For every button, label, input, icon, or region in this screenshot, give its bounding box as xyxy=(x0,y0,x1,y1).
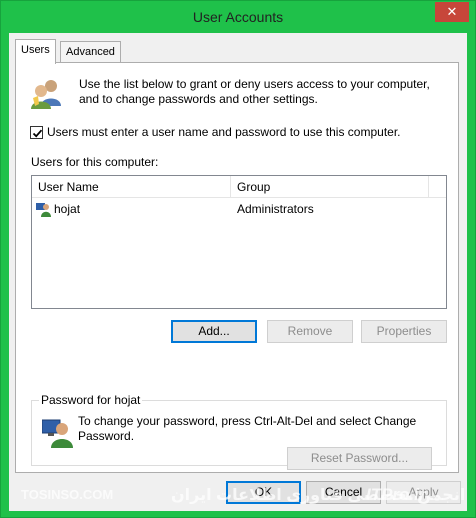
properties-button[interactable]: Properties xyxy=(361,320,447,343)
user-accounts-window: User Accounts ✕ Users Advanced Use the l… xyxy=(0,0,476,518)
tab-users[interactable]: Users xyxy=(15,39,56,64)
column-header-user-name[interactable]: User Name xyxy=(38,180,99,194)
users-tab-panel: Use the list below to grant or deny user… xyxy=(15,62,459,473)
column-separator[interactable] xyxy=(428,176,429,198)
reset-password-button[interactable]: Reset Password... xyxy=(287,447,432,470)
user-icon xyxy=(36,201,52,220)
users-list-header: User Name Group xyxy=(32,176,446,198)
user-name-cell: hojat xyxy=(54,202,81,216)
close-button[interactable]: ✕ xyxy=(435,2,469,22)
ok-button[interactable]: OK xyxy=(226,481,301,504)
tab-advanced[interactable]: Advanced xyxy=(60,41,121,63)
column-header-group[interactable]: Group xyxy=(237,180,270,194)
users-icon xyxy=(30,78,64,113)
checkmark-icon xyxy=(32,129,43,138)
remove-button[interactable]: Remove xyxy=(267,320,353,343)
users-list-label: Users for this computer: xyxy=(31,155,159,169)
group-cell: Administrators xyxy=(237,202,314,216)
window-title: User Accounts xyxy=(192,9,284,25)
require-login-label[interactable]: Users must enter a user name and passwor… xyxy=(47,125,401,139)
users-list[interactable]: User Name Group hojat Administrators xyxy=(31,175,447,309)
password-group-legend: Password for hojat xyxy=(39,393,143,407)
cancel-button[interactable]: Cancel xyxy=(306,481,381,504)
intro-text: Use the list below to grant or deny user… xyxy=(79,77,430,106)
user-monitor-icon xyxy=(41,418,74,451)
table-row[interactable]: hojat Administrators xyxy=(32,199,446,219)
add-button[interactable]: Add... xyxy=(171,320,257,343)
column-separator[interactable] xyxy=(230,176,231,198)
title-bar[interactable]: User Accounts ✕ xyxy=(1,1,475,33)
close-icon: ✕ xyxy=(446,4,458,19)
password-instructions: To change your password, press Ctrl-Alt-… xyxy=(78,414,417,443)
apply-button[interactable]: Apply xyxy=(386,481,461,504)
dialog-client-area: Users Advanced Use the list below to gra… xyxy=(9,33,467,511)
require-login-checkbox[interactable] xyxy=(30,126,43,139)
